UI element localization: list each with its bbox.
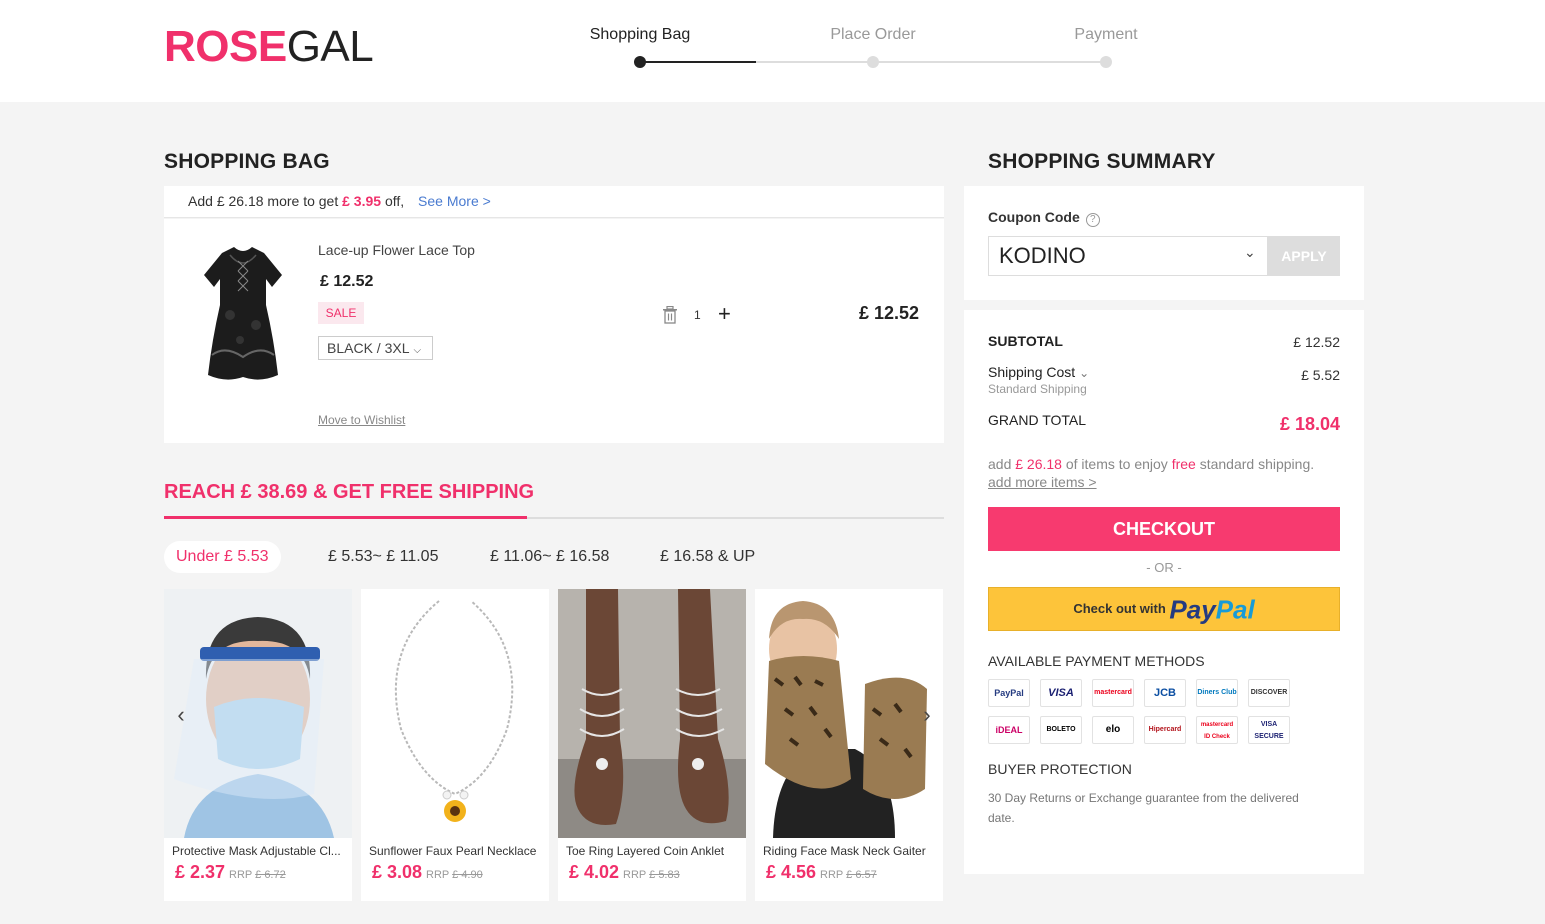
diners-club-icon: Diners Club [1196,679,1238,707]
step-dot-2 [867,56,879,68]
coupon-panel: Coupon Code? KODINO ⌄ APPLY [964,186,1364,300]
line-total: £ 12.52 [858,303,919,323]
payment-methods-title: AVAILABLE PAYMENT METHODS [988,653,1205,669]
shopping-bag-title: SHOPPING BAG [164,150,330,173]
quantity-value[interactable]: 1 [694,308,701,322]
chevron-left-icon[interactable]: ‹ [168,700,194,730]
mastercard-id-check-icon: mastercard ID Check [1196,716,1238,744]
free-shipping-title: REACH £ 38.69 & GET FREE SHIPPING [164,481,535,503]
variant-select[interactable]: BLACK / 3XL ⌵ [318,336,433,360]
free-shipping-underline [164,516,527,519]
paypal-checkout-button[interactable]: Check out with PayPal [988,587,1340,631]
product-price: £ 2.37 RRP £ 6.72 [175,862,286,882]
header: ROSEGAL Shopping Bag Place Order Payment [0,0,1545,102]
move-to-wishlist-link[interactable]: Move to Wishlist [318,413,405,427]
product-price: £ 4.56 RRP £ 6.57 [766,862,877,882]
product-price: £ 4.02 RRP £ 5.83 [569,862,680,882]
apply-button[interactable]: APPLY [1268,236,1340,276]
product-image-anklet [558,589,746,838]
subtotal-label: SUBTOTAL [988,333,1063,349]
product-name[interactable]: Riding Face Mask Neck Gaiter [763,844,939,858]
product-name[interactable]: Toe Ring Layered Coin Anklet [566,844,742,858]
cart-item: Lace-up Flower Lace Top £ 12.52 SALE BLA… [164,219,944,443]
product-card[interactable]: Protective Mask Adjustable Cl... £ 2.37 R… [164,589,352,901]
step-place-order: Place Order [830,26,916,43]
shipping-cost-value: £ 5.52 [1301,367,1340,383]
tab-5-53-11-05[interactable]: £ 5.53~ £ 11.05 [328,541,438,573]
grand-total-label: GRAND TOTAL [988,412,1087,428]
subtotal-value: £ 12.52 [1293,334,1340,350]
tab-16-58-up[interactable]: £ 16.58 & UP [660,541,755,573]
buyer-protection-title: BUYER PROTECTION [988,761,1132,777]
trash-icon[interactable] [662,306,678,324]
product-image-necklace [361,589,549,838]
steps-track-progress [640,61,756,63]
see-more-link[interactable]: See More > [418,193,491,209]
product-card[interactable]: Sunflower Faux Pearl Necklace £ 3.08 RRP … [361,589,549,901]
product-name[interactable]: Sunflower Faux Pearl Necklace [369,844,545,858]
shipping-cost-label[interactable]: Shipping Cost ⌄ [988,364,1089,380]
help-icon[interactable]: ? [1085,213,1100,227]
item-price: £ 12.52 [320,273,374,290]
add-more-items-link[interactable]: add more items > [988,474,1097,490]
paypal-icon: PayPal [988,679,1030,707]
grand-total-value: £ 18.04 [1279,414,1340,434]
chevron-down-icon: ⌵ [413,345,422,356]
coupon-code-field[interactable]: KODINO [988,236,1268,276]
sale-badge: SALE [318,302,364,324]
visa-icon: VISA [1040,679,1082,707]
coupon-label: Coupon Code? [988,209,1100,227]
chevron-down-icon: ⌄ [1079,366,1090,380]
checkout-steps: Shopping Bag Place Order Payment [560,24,1200,84]
tab-under-5-53[interactable]: Under £ 5.53 [164,541,281,573]
plus-icon[interactable]: + [718,303,731,325]
elo-icon: elo [1092,716,1134,744]
chevron-right-icon[interactable]: › [914,700,940,730]
or-divider: - OR - [1146,560,1182,575]
product-card[interactable]: Toe Ring Layered Coin Anklet £ 4.02 RRP £… [558,589,746,901]
mastercard-icon: mastercard [1092,679,1134,707]
visa-secure-icon: VISA SECURE [1248,716,1290,744]
free-shipping-note: add £ 26.18 of items to enjoy free stand… [988,456,1315,490]
boleto-icon: BOLETO [1040,716,1082,744]
step-dot-3 [1100,56,1112,68]
chevron-down-icon[interactable]: ⌄ [1244,244,1256,261]
tab-11-06-16-58[interactable]: £ 11.06~ £ 16.58 [490,541,609,573]
product-name[interactable]: Protective Mask Adjustable Cl... [172,844,348,858]
product-card[interactable]: Riding Face Mask Neck Gaiter £ 4.56 RRP £… [755,589,943,901]
discover-icon: DISCOVER [1248,679,1290,707]
item-name[interactable]: Lace-up Flower Lace Top [318,242,475,258]
step-payment: Payment [1074,26,1138,43]
promo-bar: Add £ 26.18 more to get £ 3.95 off, See … [164,186,944,218]
jcb-icon: JCB [1144,679,1186,707]
rosegal-logo[interactable]: ROSEGAL [164,24,374,70]
product-image-lace-top[interactable] [200,245,286,383]
checkout-button[interactable]: CHECKOUT [988,507,1340,551]
product-price: £ 3.08 RRP £ 4.90 [372,862,483,882]
hipercard-icon: Hipercard [1144,716,1186,744]
shipping-method: Standard Shipping [988,382,1087,396]
shopping-summary-title: SHOPPING SUMMARY [988,150,1216,173]
buyer-protection-text: 30 Day Returns or Exchange guarantee fro… [988,791,1299,825]
step-dot-1 [634,56,646,68]
step-shopping-bag: Shopping Bag [589,26,691,43]
ideal-icon: iDEAL [988,716,1030,744]
summary-panel: SUBTOTAL £ 12.52 Shipping Cost ⌄ Standar… [964,310,1364,874]
